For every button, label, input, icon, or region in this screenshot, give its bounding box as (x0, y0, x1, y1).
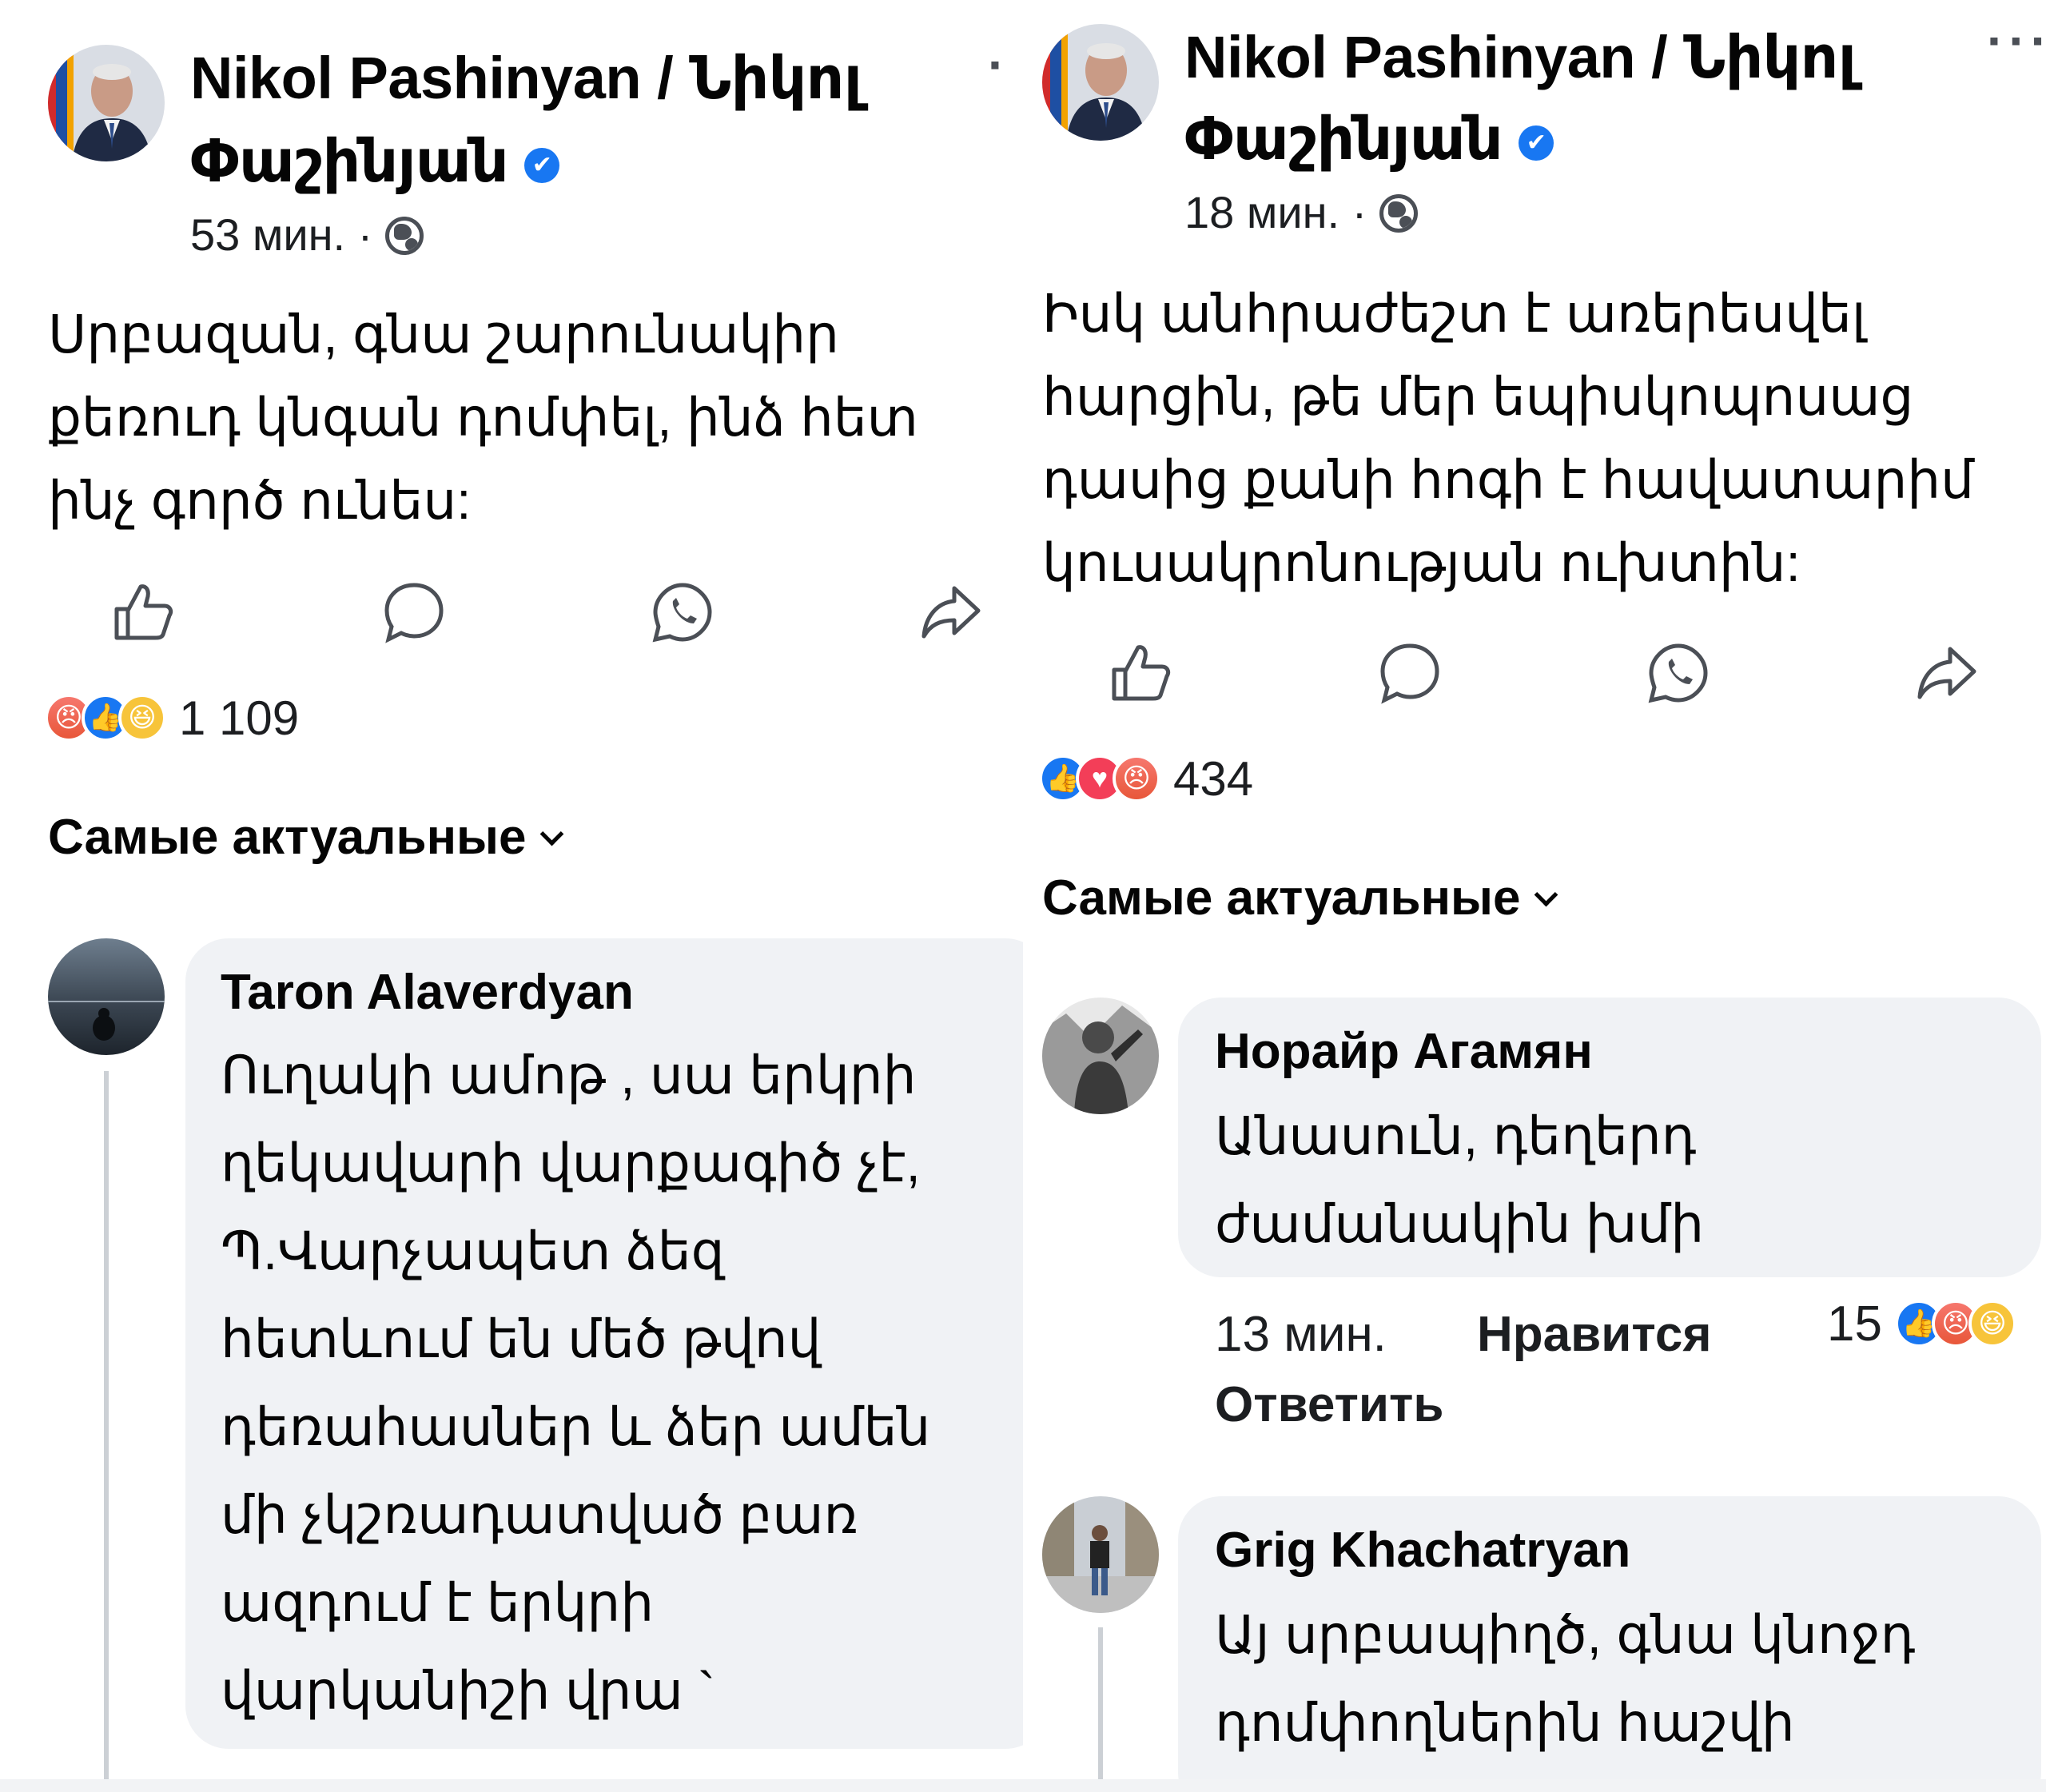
post-meta: 18 мин. · (1184, 187, 1419, 238)
comment-icon[interactable] (382, 580, 446, 644)
author-name-line1: Nikol Pashinyan / Նիկոլ (190, 45, 862, 111)
post-time[interactable]: 18 мин. · (1184, 187, 1367, 237)
more-icon[interactable]: · (988, 35, 1009, 94)
panel-divider (1023, 0, 1036, 1792)
author-name-line2: Փաշինյան (190, 128, 509, 194)
comment-reply-button[interactable]: Ответить (1215, 1376, 1444, 1433)
author-name-line2: Փաշինյան (1184, 106, 1503, 172)
like-icon[interactable] (112, 580, 176, 644)
comment-text: Ուղակի ամոթ , սա երկրի ղեկավարի վարքագիծ… (221, 1045, 931, 1720)
sort-label: Самые актуальные (1042, 870, 1521, 926)
comment-icon[interactable] (1378, 641, 1442, 705)
comment-text: Այ սրբապիղծ, գնա կնոջդ դոմփողներին հաշվի (1215, 1605, 1916, 1752)
bottom-strip (0, 1779, 2046, 1792)
globe-icon (385, 217, 424, 255)
comment-reactions[interactable]: 15 👍 😠 😆 (1827, 1296, 2016, 1352)
comment-sort-dropdown[interactable]: Самые актуальные (1042, 870, 1558, 926)
commenter-avatar[interactable] (48, 938, 165, 1055)
author-name-line1: Nikol Pashinyan / Նիկոլ (1184, 24, 1857, 90)
whatsapp-icon[interactable] (651, 580, 715, 644)
verified-icon: ✔ (524, 148, 560, 184)
angry-reaction-icon: 😠 (1113, 755, 1160, 802)
post-text: Սրբազան, գնա շարունակիր քեռուդ կնգան դոմ… (48, 305, 918, 530)
like-icon[interactable] (1109, 641, 1173, 705)
share-icon[interactable] (1915, 641, 1979, 705)
more-icon[interactable]: ··· (1987, 11, 2046, 70)
author-name[interactable]: Nikol Pashinyan / Նիկոլ (1184, 16, 1857, 99)
chevron-down-icon (540, 822, 564, 846)
right-screenshot: Nikol Pashinyan / Նիկոլ Փաշինյան ✔ ··· 18… (1036, 0, 2046, 1779)
comment-sort-dropdown[interactable]: Самые актуальные (48, 809, 564, 866)
reaction-summary[interactable]: 👍 ♥ 😠 434 (1039, 751, 1254, 806)
share-icon[interactable] (919, 580, 983, 644)
commenter-avatar[interactable] (1042, 1496, 1159, 1613)
comment-reaction-count: 15 (1827, 1296, 1882, 1352)
comment-text: Անասուն, դեղերդ ժամանակին խմի (1215, 1106, 1705, 1253)
author-avatar[interactable] (48, 45, 165, 161)
commenter-avatar[interactable] (1042, 998, 1159, 1114)
post-time[interactable]: 53 мин. · (190, 209, 372, 260)
post-text: Իսկ անհրաժեշտ է առերեսվել հարցին, թե մեր… (1042, 284, 1974, 592)
comment-author[interactable]: Taron Alaverdyan (221, 964, 634, 1021)
chevron-down-icon (1534, 882, 1558, 907)
verified-icon: ✔ (1519, 125, 1554, 161)
comment-author[interactable]: Grig Khachatryan (1215, 1522, 1630, 1579)
reaction-count: 434 (1173, 751, 1254, 806)
haha-reaction-icon: 😆 (118, 694, 166, 742)
comment-time[interactable]: 13 мин. (1215, 1306, 1387, 1363)
sort-label: Самые актуальные (48, 810, 527, 865)
author-name[interactable]: Nikol Pashinyan / Նիկոլ (190, 37, 862, 120)
whatsapp-icon[interactable] (1646, 641, 1710, 705)
comment-author[interactable]: Норайр Агамян (1215, 1023, 1593, 1080)
globe-icon (1379, 194, 1419, 233)
thread-line (1098, 1627, 1103, 1779)
reaction-summary[interactable]: 😠 👍 😆 1 109 (45, 691, 300, 745)
author-name-line2-wrap[interactable]: Փաշինյան ✔ (190, 120, 560, 203)
left-screenshot: Nikol Pashinyan / Նիկոլ Փաշինյան ✔ · 53 м… (0, 0, 1023, 1779)
haha-reaction-icon: 😆 (1968, 1300, 2016, 1348)
post-meta: 53 мин. · (190, 209, 424, 261)
comment-like-button[interactable]: Нравится (1477, 1306, 1712, 1363)
thread-line (104, 1071, 109, 1779)
author-avatar[interactable] (1042, 24, 1159, 141)
reaction-count: 1 109 (179, 691, 300, 745)
author-name-line2-wrap[interactable]: Փաշինյան ✔ (1184, 98, 1554, 181)
